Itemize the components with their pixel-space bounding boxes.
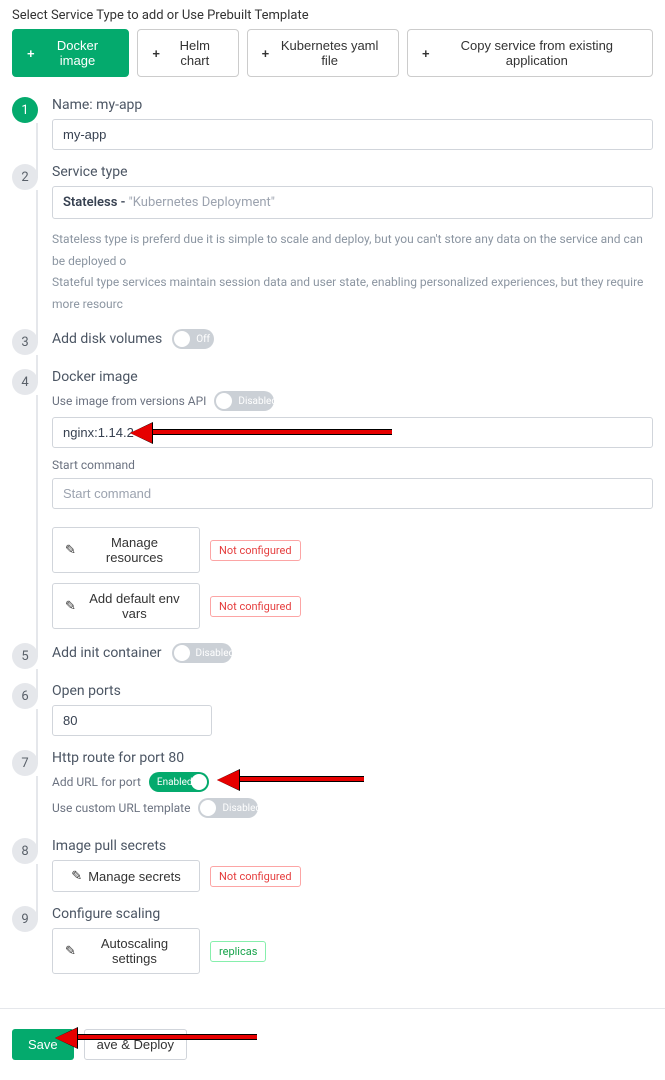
plus-icon [422, 46, 430, 61]
manage-secrets-button[interactable]: Manage secrets [52, 860, 200, 892]
step-number: 2 [12, 164, 38, 190]
versions-api-toggle[interactable]: Disabled [214, 391, 274, 411]
tab-docker-image[interactable]: Docker image [12, 29, 129, 77]
toggle-knob [216, 393, 232, 409]
pencil-icon [65, 943, 76, 959]
add-url-row: Add URL for port Enabled [52, 772, 653, 792]
tab-label: Kubernetes yaml file [275, 38, 384, 68]
service-type-tabs: Docker image Helm chart Kubernetes yaml … [0, 29, 665, 87]
tab-kubernetes-yaml[interactable]: Kubernetes yaml file [247, 29, 399, 77]
plus-icon [262, 46, 270, 61]
step-number: 6 [12, 683, 38, 709]
not-configured-badge: Not configured [210, 540, 301, 561]
steps-container: 1 Name: my-app 2 Service type Stateless … [0, 87, 665, 1008]
autoscaling-settings-button[interactable]: Autoscaling settings [52, 928, 200, 974]
step-title: Name: my-app [52, 97, 653, 113]
toggle-knob [200, 800, 216, 816]
footer-actions: Save ave & Deploy [0, 1008, 665, 1080]
tab-label: Helm chart [166, 38, 224, 68]
step-7-http-route: 7 Http route for port 80 Add URL for por… [12, 750, 653, 838]
port-input[interactable] [52, 705, 212, 736]
secrets-row: Manage secrets Not configured [52, 860, 653, 892]
btn-label: Manage resources [82, 535, 187, 565]
toggle-label: Off [196, 334, 210, 345]
toggle-label: Disabled [238, 396, 277, 407]
header-text: Select Service Type to add or Use Prebui… [0, 0, 665, 29]
step-8-image-pull-secrets: 8 Image pull secrets Manage secrets Not … [12, 838, 653, 906]
disk-volumes-toggle[interactable]: Off [172, 329, 214, 349]
toggle-label: Enabled [157, 777, 193, 788]
service-type-select[interactable]: Stateless - "Kubernetes Deployment" [52, 186, 653, 219]
tab-label: Copy service from existing application [436, 38, 638, 68]
toggle-label: Disabled [196, 648, 235, 659]
step-2-service-type: 2 Service type Stateless - "Kubernetes D… [12, 164, 653, 329]
desc-line: Stateful type services maintain session … [52, 272, 653, 315]
step-1-name: 1 Name: my-app [12, 97, 653, 164]
step-number: 4 [12, 369, 38, 395]
tab-helm-chart[interactable]: Helm chart [137, 29, 238, 77]
step-9-configure-scaling: 9 Configure scaling Autoscaling settings… [12, 906, 653, 988]
not-configured-badge: Not configured [210, 866, 301, 887]
name-input[interactable] [52, 119, 653, 150]
step-3-disk-volumes: 3 Add disk volumes Off [12, 329, 653, 369]
custom-url-row: Use custom URL template Disabled [52, 798, 653, 818]
toggle-knob [174, 645, 190, 661]
step-title: Add init container Disabled [52, 643, 653, 663]
plus-icon [27, 46, 35, 61]
step-number: 7 [12, 750, 38, 776]
toggle-knob [191, 774, 207, 790]
start-command-input[interactable] [52, 478, 653, 509]
pencil-icon [65, 542, 76, 558]
btn-label: Autoscaling settings [82, 936, 187, 966]
step-title: Docker image [52, 369, 653, 385]
step-5-init-container: 5 Add init container Disabled [12, 643, 653, 683]
add-url-toggle[interactable]: Enabled [149, 772, 209, 792]
env-vars-row: Add default env vars Not configured [52, 583, 653, 629]
step-number: 3 [12, 329, 38, 355]
step-connector [36, 776, 38, 852]
tab-copy-service[interactable]: Copy service from existing application [407, 29, 653, 77]
btn-label: Add default env vars [82, 591, 187, 621]
sub-label: Add URL for port [52, 775, 141, 789]
desc-line: Stateless type is preferd due it is simp… [52, 229, 653, 272]
step-title: Http route for port 80 [52, 750, 653, 766]
manage-resources-button[interactable]: Manage resources [52, 527, 200, 573]
service-type-description: Stateless type is preferd due it is simp… [52, 229, 653, 315]
replicas-badge: replicas [210, 941, 266, 962]
step-number: 8 [12, 838, 38, 864]
scaling-row: Autoscaling settings replicas [52, 928, 653, 974]
step-title: Service type [52, 164, 653, 180]
not-configured-badge: Not configured [210, 596, 301, 617]
add-env-vars-button[interactable]: Add default env vars [52, 583, 200, 629]
toggle-label: Disabled [222, 803, 261, 814]
resources-row: Manage resources Not configured [52, 527, 653, 573]
api-toggle-row: Use image from versions API Disabled [52, 391, 653, 411]
step-connector [36, 395, 38, 657]
step-number: 5 [12, 643, 38, 669]
tab-label: Docker image [41, 38, 115, 68]
step-number: 1 [12, 97, 38, 123]
btn-label: Manage secrets [88, 869, 181, 884]
step-title: Image pull secrets [52, 838, 653, 854]
title-text: Add disk volumes [52, 331, 162, 347]
sub-label: Use custom URL template [52, 801, 190, 815]
select-prefix: Stateless - [63, 195, 129, 210]
step-title: Configure scaling [52, 906, 653, 922]
pencil-icon [65, 598, 76, 614]
start-command-label: Start command [52, 458, 653, 472]
plus-icon [152, 46, 160, 61]
step-number: 9 [12, 906, 38, 932]
custom-url-toggle[interactable]: Disabled [198, 798, 258, 818]
pencil-icon [71, 868, 82, 884]
step-connector [36, 190, 38, 343]
sub-label: Use image from versions API [52, 394, 206, 408]
step-4-docker-image: 4 Docker image Use image from versions A… [12, 369, 653, 643]
select-value: "Kubernetes Deployment" [129, 195, 275, 210]
step-title: Add disk volumes Off [52, 329, 653, 349]
init-container-toggle[interactable]: Disabled [172, 643, 232, 663]
toggle-knob [174, 331, 190, 347]
step-title: Open ports [52, 683, 653, 699]
step-6-open-ports: 6 Open ports [12, 683, 653, 750]
title-text: Add init container [52, 645, 162, 661]
